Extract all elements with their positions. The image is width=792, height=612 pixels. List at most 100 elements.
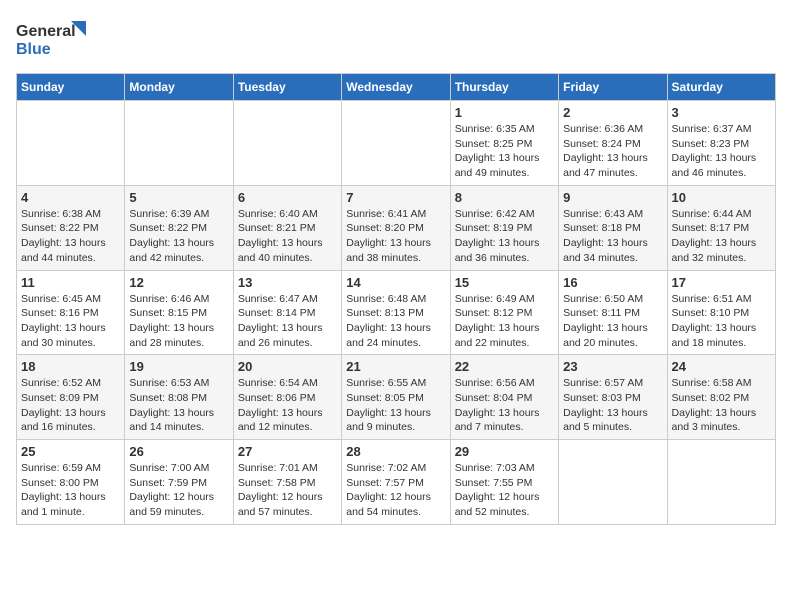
week-row-4: 18Sunrise: 6:52 AM Sunset: 8:09 PM Dayli… (17, 355, 776, 440)
week-row-1: 1 Sunrise: 6:35 AM Sunset: 8:25 PM Daylig… (17, 101, 776, 186)
logo: GeneralBlue (16, 16, 86, 61)
empty-cell (342, 101, 450, 186)
day-info: Sunrise: 6:56 AM Sunset: 8:04 PM Dayligh… (455, 376, 554, 435)
day-info: Sunrise: 6:45 AM Sunset: 8:16 PM Dayligh… (21, 292, 120, 351)
day-info: Sunrise: 6:43 AM Sunset: 8:18 PM Dayligh… (563, 207, 662, 266)
day-cell-2: 2 Sunrise: 6:36 AM Sunset: 8:24 PM Daylig… (559, 101, 667, 186)
day-info: Sunrise: 6:57 AM Sunset: 8:03 PM Dayligh… (563, 376, 662, 435)
day-number: 27 (238, 444, 337, 459)
day-info: Sunrise: 7:01 AM Sunset: 7:58 PM Dayligh… (238, 461, 337, 520)
day-number: 13 (238, 275, 337, 290)
day-number: 15 (455, 275, 554, 290)
day-cell-7: 7 Sunrise: 6:41 AM Sunset: 8:20 PM Daylig… (342, 185, 450, 270)
day-number: 18 (21, 359, 120, 374)
day-info: Sunrise: 6:58 AM Sunset: 8:02 PM Dayligh… (672, 376, 771, 435)
day-info: Sunrise: 6:42 AM Sunset: 8:19 PM Dayligh… (455, 207, 554, 266)
day-number: 6 (238, 190, 337, 205)
day-cell-19: 19Sunrise: 6:53 AM Sunset: 8:08 PM Dayli… (125, 355, 233, 440)
header: GeneralBlue (16, 16, 776, 61)
day-number: 3 (672, 105, 771, 120)
svg-text:Blue: Blue (16, 41, 51, 58)
day-cell-16: 16 Sunrise: 6:50 AM Sunset: 8:11 PM Dayli… (559, 270, 667, 355)
day-info: Sunrise: 6:51 AM Sunset: 8:10 PM Dayligh… (672, 292, 771, 351)
day-info: Sunrise: 6:54 AM Sunset: 8:06 PM Dayligh… (238, 376, 337, 435)
day-info: Sunrise: 6:41 AM Sunset: 8:20 PM Dayligh… (346, 207, 445, 266)
day-number: 19 (129, 359, 228, 374)
day-cell-6: 6 Sunrise: 6:40 AM Sunset: 8:21 PM Daylig… (233, 185, 341, 270)
day-cell-9: 9 Sunrise: 6:43 AM Sunset: 8:18 PM Daylig… (559, 185, 667, 270)
day-number: 29 (455, 444, 554, 459)
day-info: Sunrise: 6:46 AM Sunset: 8:15 PM Dayligh… (129, 292, 228, 351)
day-cell-1: 1 Sunrise: 6:35 AM Sunset: 8:25 PM Daylig… (450, 101, 558, 186)
logo-svg: GeneralBlue (16, 16, 86, 61)
day-info: Sunrise: 6:37 AM Sunset: 8:23 PM Dayligh… (672, 122, 771, 181)
day-cell-12: 12Sunrise: 6:46 AM Sunset: 8:15 PM Dayli… (125, 270, 233, 355)
day-cell-25: 25 Sunrise: 6:59 AM Sunset: 8:00 PM Dayli… (17, 440, 125, 525)
day-number: 7 (346, 190, 445, 205)
day-cell-14: 14 Sunrise: 6:48 AM Sunset: 8:13 PM Dayli… (342, 270, 450, 355)
weekday-header-row: SundayMondayTuesdayWednesdayThursdayFrid… (17, 74, 776, 101)
weekday-header-sunday: Sunday (17, 74, 125, 101)
day-info: Sunrise: 6:35 AM Sunset: 8:25 PM Dayligh… (455, 122, 554, 181)
day-info: Sunrise: 6:50 AM Sunset: 8:11 PM Dayligh… (563, 292, 662, 351)
day-cell-26: 26 Sunrise: 7:00 AM Sunset: 7:59 PM Dayli… (125, 440, 233, 525)
empty-cell (559, 440, 667, 525)
empty-cell (17, 101, 125, 186)
weekday-header-monday: Monday (125, 74, 233, 101)
week-row-2: 4 Sunrise: 6:38 AM Sunset: 8:22 PM Daylig… (17, 185, 776, 270)
day-info: Sunrise: 6:59 AM Sunset: 8:00 PM Dayligh… (21, 461, 120, 520)
day-number: 21 (346, 359, 445, 374)
day-cell-28: 28Sunrise: 7:02 AM Sunset: 7:57 PM Dayli… (342, 440, 450, 525)
day-number: 1 (455, 105, 554, 120)
day-number: 17 (672, 275, 771, 290)
week-row-3: 11 Sunrise: 6:45 AM Sunset: 8:16 PM Dayli… (17, 270, 776, 355)
week-row-5: 25 Sunrise: 6:59 AM Sunset: 8:00 PM Dayli… (17, 440, 776, 525)
calendar-table: SundayMondayTuesdayWednesdayThursdayFrid… (16, 73, 776, 525)
day-number: 23 (563, 359, 662, 374)
svg-text:General: General (16, 23, 76, 40)
day-number: 10 (672, 190, 771, 205)
day-number: 20 (238, 359, 337, 374)
weekday-header-friday: Friday (559, 74, 667, 101)
day-info: Sunrise: 6:49 AM Sunset: 8:12 PM Dayligh… (455, 292, 554, 351)
weekday-header-thursday: Thursday (450, 74, 558, 101)
day-info: Sunrise: 6:40 AM Sunset: 8:21 PM Dayligh… (238, 207, 337, 266)
day-info: Sunrise: 6:36 AM Sunset: 8:24 PM Dayligh… (563, 122, 662, 181)
day-info: Sunrise: 7:03 AM Sunset: 7:55 PM Dayligh… (455, 461, 554, 520)
day-number: 5 (129, 190, 228, 205)
day-info: Sunrise: 6:47 AM Sunset: 8:14 PM Dayligh… (238, 292, 337, 351)
day-cell-22: 22 Sunrise: 6:56 AM Sunset: 8:04 PM Dayli… (450, 355, 558, 440)
day-info: Sunrise: 6:44 AM Sunset: 8:17 PM Dayligh… (672, 207, 771, 266)
day-cell-29: 29 Sunrise: 7:03 AM Sunset: 7:55 PM Dayli… (450, 440, 558, 525)
day-number: 22 (455, 359, 554, 374)
day-cell-21: 21 Sunrise: 6:55 AM Sunset: 8:05 PM Dayli… (342, 355, 450, 440)
day-cell-15: 15 Sunrise: 6:49 AM Sunset: 8:12 PM Dayli… (450, 270, 558, 355)
day-cell-10: 10 Sunrise: 6:44 AM Sunset: 8:17 PM Dayli… (667, 185, 775, 270)
day-cell-13: 13 Sunrise: 6:47 AM Sunset: 8:14 PM Dayli… (233, 270, 341, 355)
day-cell-11: 11 Sunrise: 6:45 AM Sunset: 8:16 PM Dayli… (17, 270, 125, 355)
day-number: 16 (563, 275, 662, 290)
day-number: 8 (455, 190, 554, 205)
day-number: 4 (21, 190, 120, 205)
day-info: Sunrise: 7:00 AM Sunset: 7:59 PM Dayligh… (129, 461, 228, 520)
day-cell-17: 17 Sunrise: 6:51 AM Sunset: 8:10 PM Dayli… (667, 270, 775, 355)
day-info: Sunrise: 6:55 AM Sunset: 8:05 PM Dayligh… (346, 376, 445, 435)
day-number: 2 (563, 105, 662, 120)
day-cell-8: 8 Sunrise: 6:42 AM Sunset: 8:19 PM Daylig… (450, 185, 558, 270)
day-cell-3: 3 Sunrise: 6:37 AM Sunset: 8:23 PM Daylig… (667, 101, 775, 186)
day-number: 9 (563, 190, 662, 205)
day-cell-18: 18Sunrise: 6:52 AM Sunset: 8:09 PM Dayli… (17, 355, 125, 440)
weekday-header-saturday: Saturday (667, 74, 775, 101)
day-info: Sunrise: 6:38 AM Sunset: 8:22 PM Dayligh… (21, 207, 120, 266)
empty-cell (667, 440, 775, 525)
day-cell-5: 5Sunrise: 6:39 AM Sunset: 8:22 PM Daylig… (125, 185, 233, 270)
day-number: 14 (346, 275, 445, 290)
empty-cell (125, 101, 233, 186)
day-number: 26 (129, 444, 228, 459)
day-info: Sunrise: 6:48 AM Sunset: 8:13 PM Dayligh… (346, 292, 445, 351)
day-info: Sunrise: 7:02 AM Sunset: 7:57 PM Dayligh… (346, 461, 445, 520)
day-number: 24 (672, 359, 771, 374)
day-cell-20: 20 Sunrise: 6:54 AM Sunset: 8:06 PM Dayli… (233, 355, 341, 440)
day-number: 25 (21, 444, 120, 459)
day-number: 11 (21, 275, 120, 290)
